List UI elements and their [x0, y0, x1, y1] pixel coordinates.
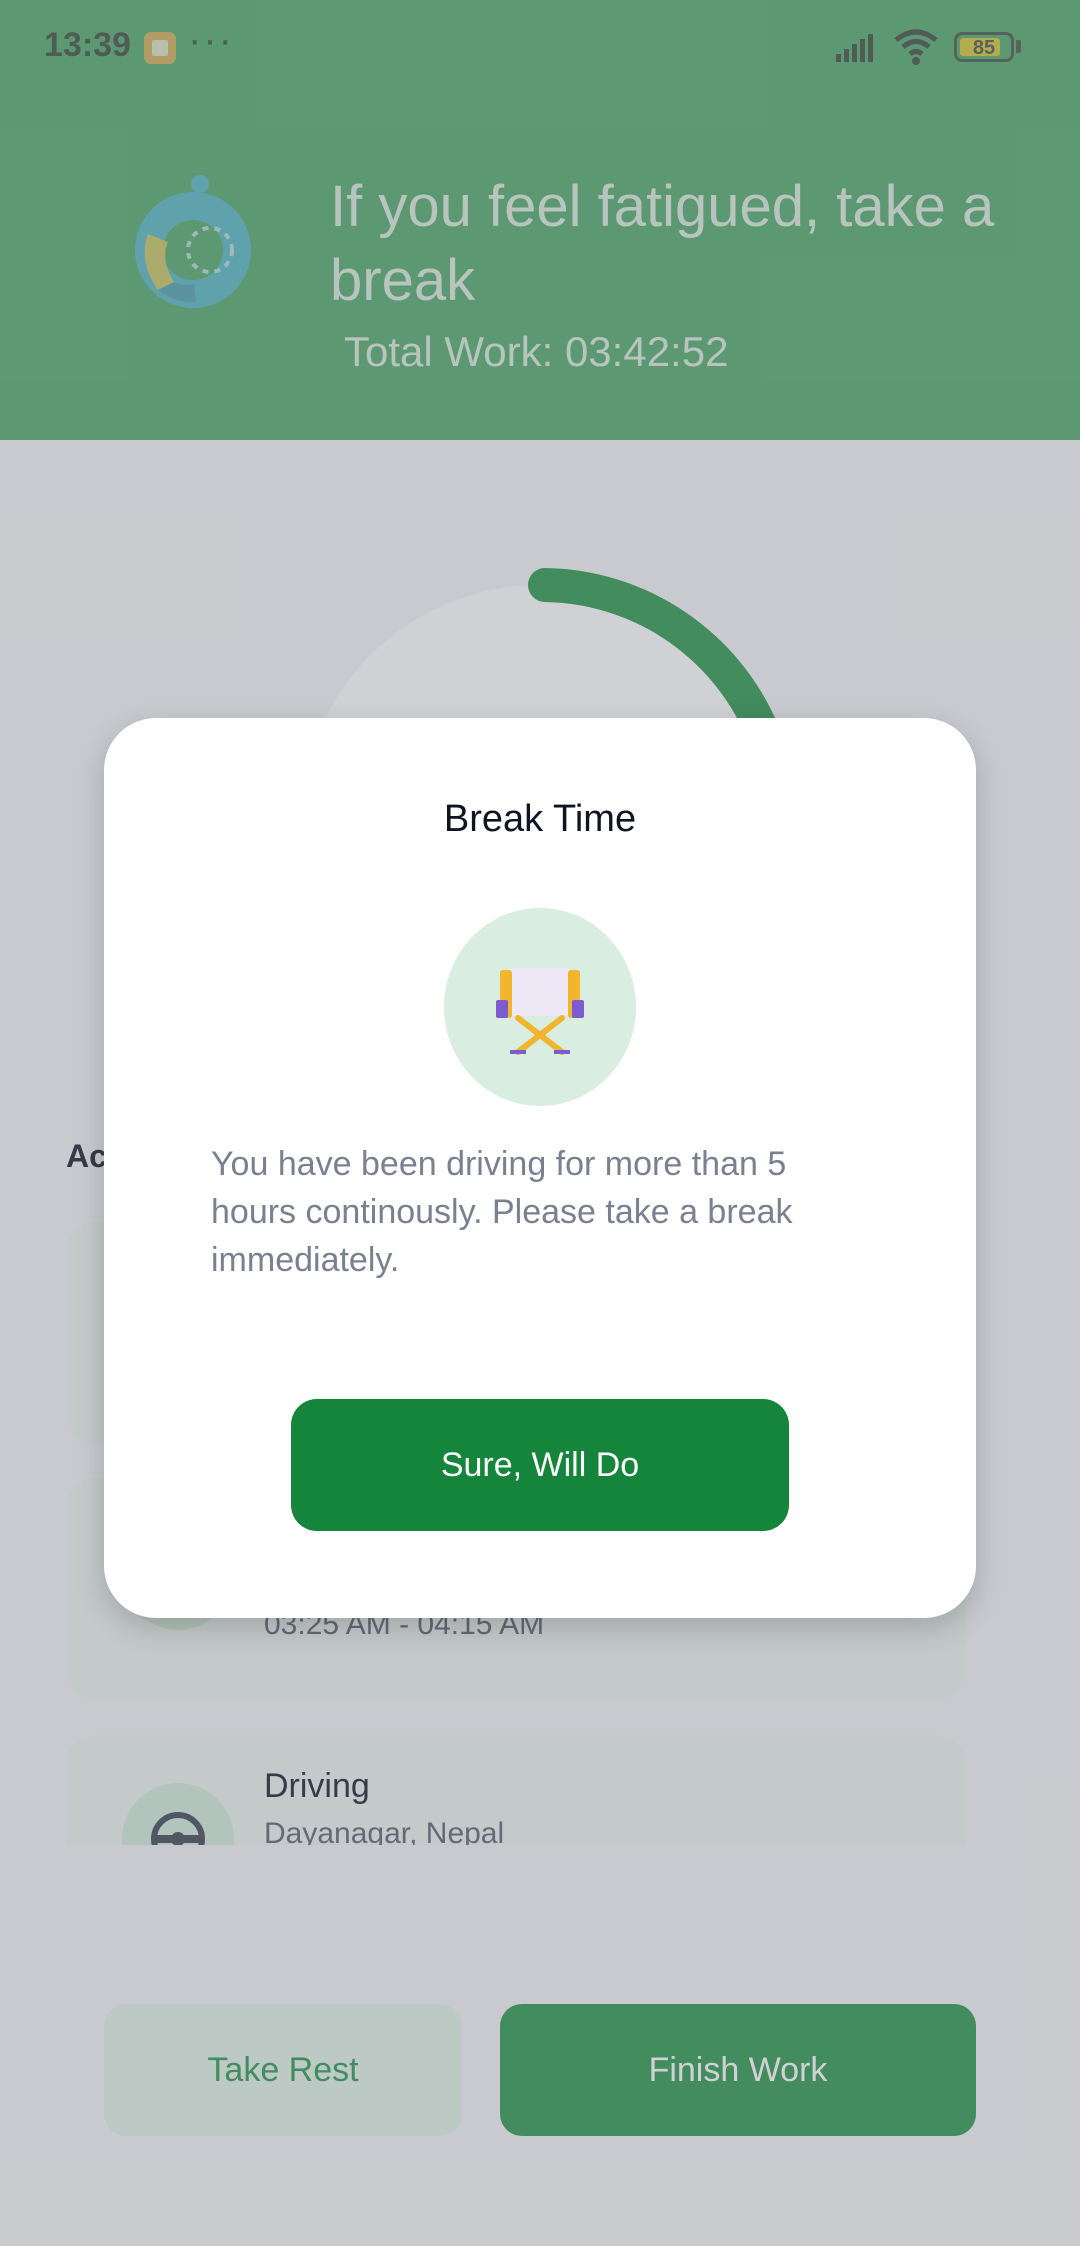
header-dim-overlay — [0, 0, 1080, 440]
confirm-break-button[interactable]: Sure, Will Do — [291, 1399, 789, 1531]
director-chair-icon — [496, 968, 584, 1055]
dialog-message: You have been driving for more than 5 ho… — [211, 1145, 793, 1279]
dialog-icon-badge — [444, 908, 636, 1106]
dialog-title: Break Time — [443, 798, 637, 840]
break-time-dialog: Break Time You have been driving for mor… — [104, 718, 976, 1618]
